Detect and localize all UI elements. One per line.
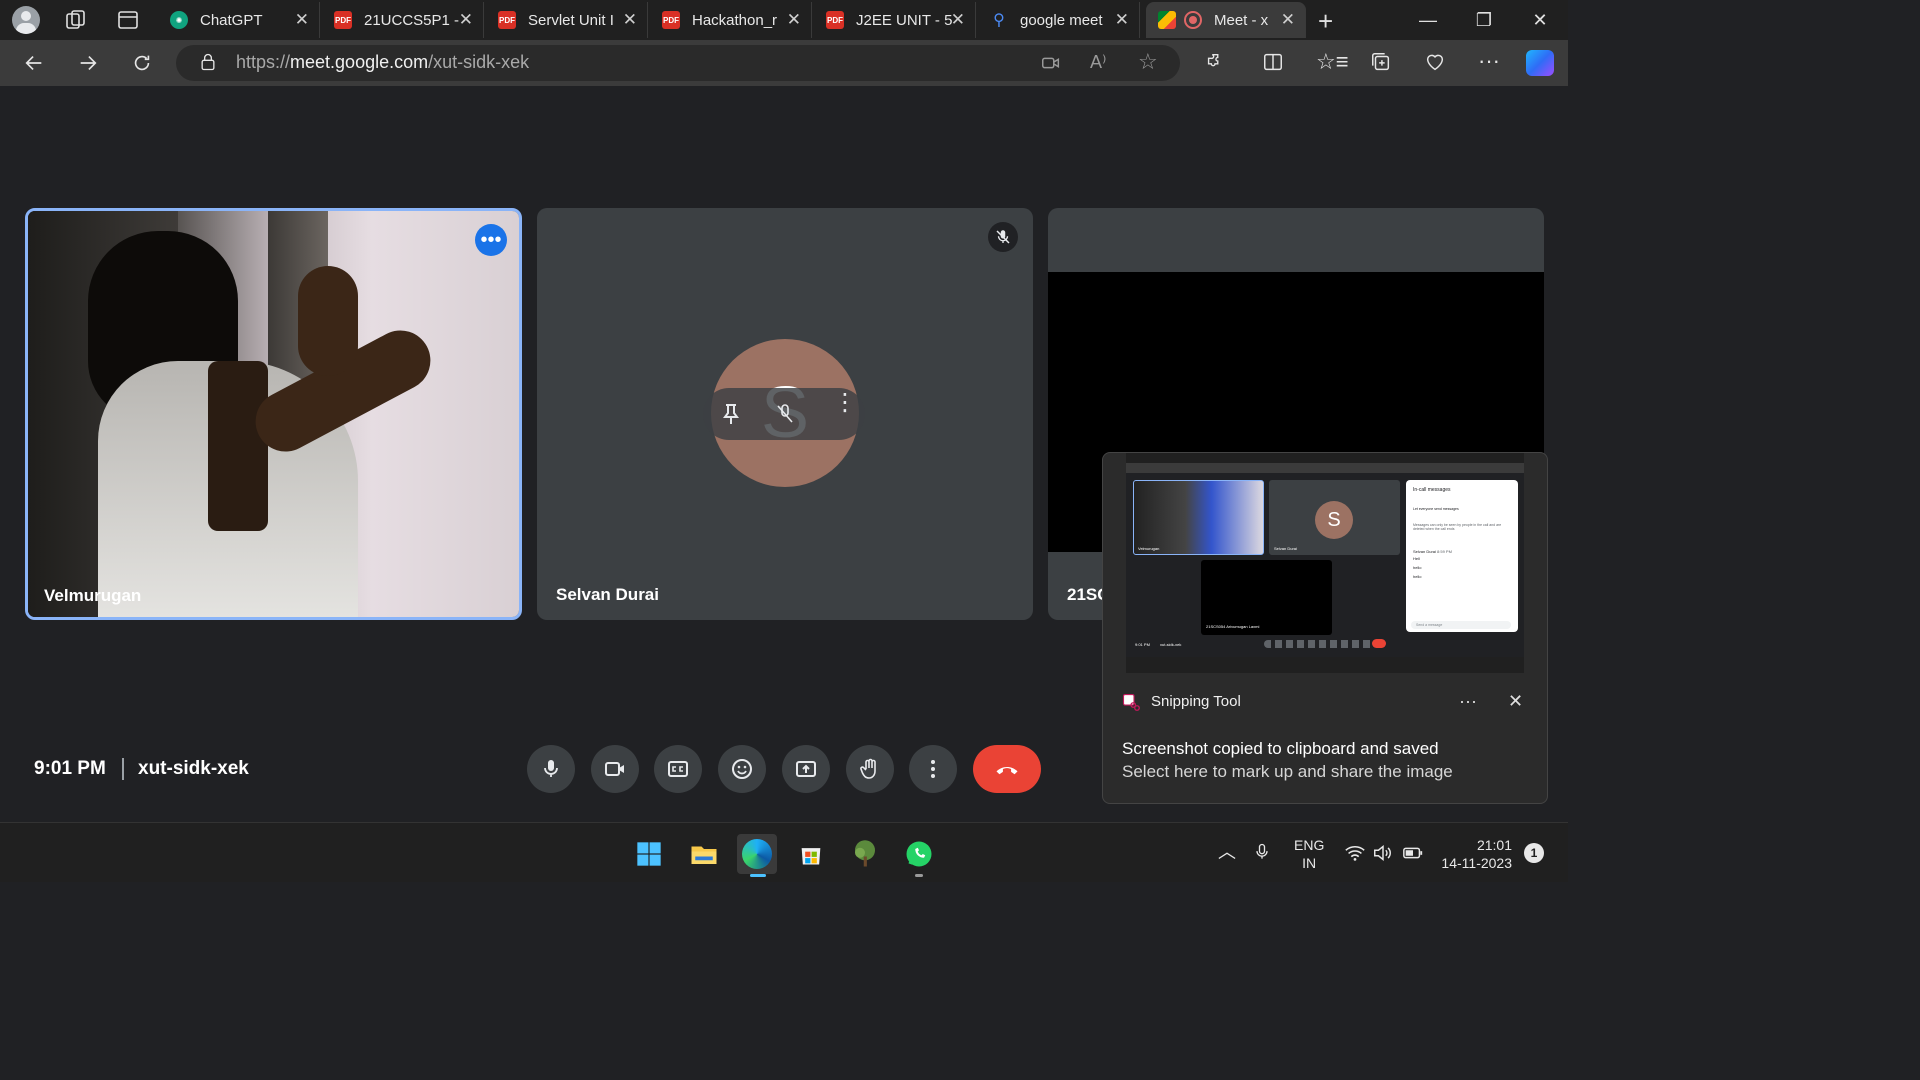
close-tab-icon[interactable]: ✕	[295, 10, 309, 30]
tab-pdf-servlet[interactable]: PDF Servlet Unit I ✕	[486, 2, 648, 38]
snipping-tool-icon	[1122, 693, 1140, 711]
participant-tile-selvan-durai[interactable]: S ⋮ Selvan Durai	[537, 208, 1033, 620]
close-tab-icon[interactable]: ✕	[1281, 10, 1295, 30]
minimize-icon[interactable]: —	[1400, 0, 1456, 40]
participant-video	[28, 211, 519, 617]
microphone-icon	[544, 760, 558, 777]
more-vert-icon	[931, 760, 935, 778]
show-hidden-icons[interactable]: ︿	[1218, 838, 1236, 864]
taskbar	[0, 822, 1568, 882]
browser-essentials-icon[interactable]	[1424, 51, 1446, 78]
close-tab-icon[interactable]: ✕	[623, 10, 637, 30]
more-options-button[interactable]	[909, 745, 957, 793]
refresh-icon[interactable]	[124, 45, 160, 81]
pdf-icon: PDF	[826, 11, 844, 29]
more-menu-icon[interactable]: ···	[1478, 48, 1500, 74]
notification-app-name: Snipping Tool	[1151, 693, 1241, 710]
close-tab-icon[interactable]: ✕	[1115, 10, 1129, 30]
close-tab-icon[interactable]: ✕	[951, 10, 965, 30]
tab-pdf-hackathon[interactable]: PDF Hackathon_r ✕	[650, 2, 812, 38]
close-window-icon[interactable]: ✕	[1512, 0, 1568, 40]
battery-icon[interactable]	[1402, 842, 1424, 869]
profile-icon[interactable]	[12, 6, 40, 34]
file-explorer-icon[interactable]	[684, 834, 724, 874]
camera-permission-icon[interactable]	[1040, 52, 1062, 79]
forward-icon[interactable]	[70, 45, 106, 81]
new-tab-icon[interactable]: +	[1318, 6, 1333, 37]
tab-actions-icon[interactable]	[116, 8, 140, 32]
more-options-icon[interactable]: ⋮	[833, 391, 857, 415]
present-button[interactable]	[782, 745, 830, 793]
pin-icon[interactable]	[719, 400, 743, 433]
pdf-icon: PDF	[334, 11, 352, 29]
tab-meet[interactable]: Meet - x ✕	[1146, 2, 1306, 38]
pdf-icon: PDF	[498, 11, 516, 29]
wifi-icon[interactable]	[1344, 842, 1366, 869]
screenshot-thumbnail[interactable]: Velmurugan S Selvan Durai 21SCS054 Arivu…	[1126, 453, 1524, 673]
camera-icon	[605, 762, 624, 776]
muted-mic-icon	[988, 222, 1018, 252]
copilot-icon[interactable]	[1526, 50, 1554, 76]
participant-name: Velmurugan	[44, 586, 142, 605]
windows-start-icon[interactable]	[629, 834, 669, 874]
back-icon[interactable]	[16, 45, 52, 81]
microphone-button[interactable]	[527, 745, 575, 793]
clock[interactable]: 21:01 14-11-2023	[1438, 836, 1512, 872]
microsoft-store-icon[interactable]	[791, 834, 831, 874]
participant-name: Selvan Durai	[556, 585, 659, 604]
favorites-icon[interactable]: ☆≡	[1316, 49, 1349, 75]
divider	[122, 758, 124, 780]
emoji-icon	[732, 759, 752, 779]
leave-call-button[interactable]	[973, 745, 1041, 793]
meet-icon	[1158, 11, 1176, 29]
notification-more-icon[interactable]: ···	[1459, 691, 1477, 712]
read-aloud-icon[interactable]: A⁾	[1090, 52, 1106, 73]
tab-chatgpt[interactable]: ✺ ChatGPT ✕	[158, 2, 320, 38]
favorite-star-icon[interactable]: ☆	[1138, 49, 1158, 75]
extensions-icon[interactable]	[1204, 51, 1226, 78]
close-tab-icon[interactable]: ✕	[787, 10, 801, 30]
search-icon: ⚲	[993, 12, 1005, 29]
lock-icon[interactable]	[198, 52, 218, 77]
end-call-icon	[996, 766, 1018, 775]
participant-options-icon[interactable]: •••	[475, 224, 507, 256]
language-indicator[interactable]: ENG IN	[1294, 836, 1324, 872]
whatsapp-icon[interactable]	[899, 834, 939, 874]
browser-tab-strip: ✺ ChatGPT ✕ PDF 21UCCS5P1 - ✕ PDF Servle…	[0, 0, 1568, 40]
notification-close-icon[interactable]: ✕	[1508, 691, 1523, 712]
meeting-code[interactable]: xut-sidk-xek	[138, 758, 249, 780]
tab-pdf-j2ee[interactable]: PDF J2EE UNIT - 5 ✕	[814, 2, 976, 38]
edge-browser-icon[interactable]	[737, 834, 777, 874]
notification-subtitle: Select here to mark up and share the ima…	[1122, 762, 1453, 781]
snipping-tool-notification[interactable]: Velmurugan S Selvan Durai 21SCS054 Arivu…	[1102, 452, 1548, 804]
restore-icon[interactable]: ❐	[1456, 0, 1512, 40]
app-indicator	[915, 874, 923, 877]
volume-icon[interactable]	[1372, 842, 1394, 869]
url-text: https://meet.google.com/xut-sidk-xek	[236, 52, 530, 72]
meeting-time: 9:01 PM	[34, 758, 106, 779]
reactions-button[interactable]	[718, 745, 766, 793]
close-tab-icon[interactable]: ✕	[459, 10, 473, 30]
captions-icon	[668, 761, 688, 777]
raise-hand-button[interactable]	[846, 745, 894, 793]
participant-tile-velmurugan[interactable]: ••• Velmurugan	[25, 208, 522, 620]
chatgpt-icon: ✺	[170, 11, 188, 29]
split-screen-icon[interactable]	[1262, 51, 1284, 78]
notification-title: Screenshot copied to clipboard and saved	[1122, 739, 1439, 758]
hand-icon	[860, 758, 876, 779]
active-app-indicator	[750, 874, 766, 877]
microphone-tray-icon[interactable]	[1252, 841, 1272, 868]
recording-icon	[1184, 11, 1202, 29]
pdf-icon: PDF	[662, 11, 680, 29]
workspaces-icon[interactable]	[64, 8, 88, 32]
tab-pdf-21uccs5p1[interactable]: PDF 21UCCS5P1 - ✕	[322, 2, 484, 38]
camera-button[interactable]	[591, 745, 639, 793]
tree-app-icon[interactable]	[845, 834, 885, 874]
notification-badge[interactable]: 1	[1524, 843, 1544, 863]
collections-icon[interactable]	[1370, 51, 1392, 78]
present-screen-icon	[796, 761, 816, 777]
captions-button[interactable]	[654, 745, 702, 793]
mute-participant-icon[interactable]	[773, 400, 797, 433]
tab-google-meet-search[interactable]: ⚲ google meet ✕	[978, 2, 1140, 38]
